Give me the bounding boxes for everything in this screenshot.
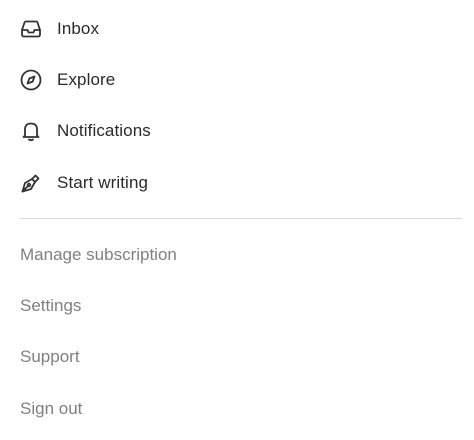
menu-item-notifications[interactable]: Notifications — [19, 111, 151, 151]
menu-divider — [20, 218, 462, 219]
menu-item-manage-subscription[interactable]: Manage subscription — [20, 239, 177, 271]
menu-item-explore[interactable]: Explore — [19, 60, 115, 100]
menu-item-inbox[interactable]: Inbox — [19, 9, 99, 49]
menu-item-label: Start writing — [57, 173, 149, 192]
menu-item-sign-out[interactable]: Sign out — [20, 393, 82, 425]
menu-item-support[interactable]: Support — [20, 341, 80, 373]
menu-item-settings[interactable]: Settings — [20, 290, 81, 322]
menu-item-label: Notifications — [57, 121, 151, 140]
menu-item-label: Inbox — [57, 19, 100, 38]
inbox-icon — [19, 17, 43, 41]
pen-nib-icon — [19, 171, 43, 195]
menu-item-label: Explore — [57, 70, 116, 89]
bell-icon — [19, 119, 43, 143]
compass-icon — [19, 68, 43, 92]
menu-item-start-writing[interactable]: Start writing — [19, 163, 148, 203]
account-menu: Inbox Explore Notifications Start writin… — [0, 0, 474, 440]
